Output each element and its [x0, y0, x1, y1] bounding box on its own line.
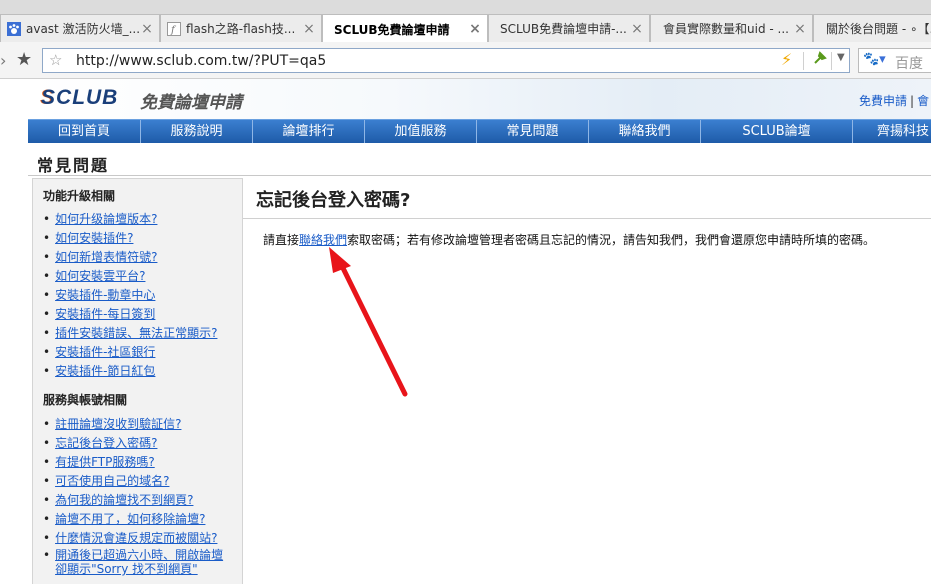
divider — [803, 52, 804, 70]
list-item[interactable]: • 有提供FTP服務嗎? — [43, 453, 223, 472]
url-field[interactable]: ☆ http://www.sclub.com.tw/?PUT=qa5 ⚡ ▼ — [42, 48, 850, 73]
lightning-icon[interactable]: ⚡ — [781, 50, 792, 69]
faq-sidebar: 功能升級相關 • 如何升级論壇版本? • 如何安裝插件? • 如何新增表情符號? • 如… — [32, 178, 243, 584]
divider — [831, 52, 832, 70]
pin-icon[interactable] — [812, 50, 828, 70]
tab-flash[interactable]: f flash之路-flash技... × — [160, 14, 322, 42]
site-page: SSCLUB 免費論壇申請 免費申請 | 會 回到首頁 服務說明 論壇排行 加值服務… — [28, 79, 931, 584]
search-engine-icon[interactable]: 🐾▾ — [863, 52, 886, 67]
upgrade-faq-list: • 如何升级論壇版本? • 如何安裝插件? • 如何新增表情符號? • 如何安裝雲平台?… — [43, 210, 217, 381]
tab-title: flash之路-flash技... — [186, 22, 296, 36]
list-item[interactable]: • 忘記後台登入密碼? — [43, 434, 223, 453]
list-item[interactable]: • 開通後已超過六小時、開啟論壇 卻顯示"Sorry 找不到網頁" — [43, 548, 223, 578]
main-nav: 回到首頁 服務說明 論壇排行 加值服務 常見問題 聯絡我們 SCLUB論壇 齊揚… — [28, 119, 931, 143]
divider — [243, 218, 931, 219]
list-item[interactable]: • 註冊論壇沒收到驗証信? — [43, 415, 223, 434]
nav-faq[interactable]: 常見問題 — [477, 120, 589, 143]
star-outline-icon[interactable]: ☆ — [49, 51, 62, 69]
nav-sclub-forum[interactable]: SCLUB論壇 — [701, 120, 853, 143]
list-item[interactable]: • 可否使用自己的域名? — [43, 472, 223, 491]
top-links: 免費申請 | 會 — [859, 94, 930, 108]
logo-text: SCLUB — [41, 86, 119, 109]
nav-value-added[interactable]: 加值服務 — [365, 120, 477, 143]
list-item[interactable]: • 安裝插件-每日簽到 — [43, 305, 217, 324]
page-title: 常見問題 — [37, 156, 110, 175]
nav-contact[interactable]: 聯絡我們 — [589, 120, 701, 143]
tab-title: SCLUB免費論壇申請-... — [500, 22, 627, 36]
list-item[interactable]: • 什麼情況會違反規定而被關站? — [43, 529, 223, 548]
url-text[interactable]: http://www.sclub.com.tw/?PUT=qa5 — [76, 53, 326, 69]
tab-sclub-2[interactable]: SCLUB免費論壇申請-... × — [488, 14, 650, 42]
divider — [28, 175, 931, 176]
tab-title: avast 激活防火墙_... — [26, 22, 139, 36]
tab-avast[interactable]: avast 激活防火墙_... × — [0, 14, 160, 42]
search-box[interactable]: 🐾▾ 百度 — [858, 48, 931, 73]
bookmark-star-icon[interactable]: ★ — [16, 49, 32, 70]
tab-sclub-active[interactable]: SCLUB免費論壇申請 × — [322, 14, 488, 43]
browser-window: avast 激活防火墙_... × f flash之路-flash技... × … — [0, 0, 931, 584]
tab-backend-question[interactable]: 關於後台問題 - ∘【... — [813, 14, 931, 42]
tab-title: 關於後台問題 - ∘【... — [826, 22, 931, 36]
faq-answer-panel: 忘記後台登入密碼? 請直接聯絡我們索取密碼；若有修改論壇管理者密碼且忘記的情況，… — [243, 178, 931, 584]
back-icon[interactable]: › — [0, 51, 6, 70]
top-link-apply[interactable]: 免費申請 — [859, 94, 907, 108]
list-item[interactable]: • 為何我的論壇找不到網頁? — [43, 491, 223, 510]
contact-us-link[interactable]: 聯絡我們 — [299, 233, 347, 247]
nav-company[interactable]: 齊揚科技 — [853, 120, 931, 143]
nav-service[interactable]: 服務說明 — [141, 120, 253, 143]
close-icon[interactable]: × — [792, 21, 808, 37]
paw-icon — [7, 21, 21, 36]
section-title-upgrade: 功能升級相關 — [43, 189, 116, 203]
list-item[interactable]: • 安裝插件-社區銀行 — [43, 343, 217, 362]
tab-strip: avast 激活防火墙_... × f flash之路-flash技... × … — [0, 0, 931, 43]
top-link-member[interactable]: 會 — [917, 94, 929, 108]
list-item[interactable]: • 如何安裝雲平台? — [43, 267, 217, 286]
close-icon[interactable]: × — [139, 21, 155, 37]
site-header: SSCLUB 免費論壇申請 免費申請 | 會 — [28, 79, 931, 119]
list-item[interactable]: • 安裝插件-節日紅包 — [43, 362, 217, 381]
list-item[interactable]: • 論壇不用了，如何移除論壇? — [43, 510, 223, 529]
dropdown-arrow-icon[interactable]: ▼ — [837, 52, 845, 63]
question-title: 忘記後台登入密碼? — [256, 190, 411, 211]
nav-ranking[interactable]: 論壇排行 — [253, 120, 365, 143]
search-placeholder: 百度 — [895, 56, 923, 72]
flash-icon: f — [167, 21, 181, 36]
tab-member-uid[interactable]: 會員實際數量和uid - ... × — [650, 14, 813, 42]
logo-subtitle: 免費論壇申請 — [140, 93, 242, 113]
address-toolbar: › ★ ☆ http://www.sclub.com.tw/?PUT=qa5 ⚡… — [0, 42, 931, 79]
close-icon[interactable]: × — [467, 21, 483, 37]
list-item[interactable]: • 安裝插件-勳章中心 — [43, 286, 217, 305]
tab-title: 會員實際數量和uid - ... — [663, 22, 789, 36]
site-logo[interactable]: SSCLUB — [40, 86, 118, 110]
list-item[interactable]: • 如何安裝插件? — [43, 229, 217, 248]
nav-home[interactable]: 回到首頁 — [28, 120, 141, 143]
list-item[interactable]: • 如何新增表情符號? — [43, 248, 217, 267]
answer-text: 請直接聯絡我們索取密碼；若有修改論壇管理者密碼且忘記的情況，請告知我們，我們會還… — [263, 233, 876, 247]
close-icon[interactable]: × — [301, 21, 317, 37]
section-title-account: 服務與帳號相關 — [43, 393, 128, 407]
account-faq-list: • 註冊論壇沒收到驗証信? • 忘記後台登入密碼? • 有提供FTP服務嗎? • 可否使… — [43, 415, 223, 578]
close-icon[interactable]: × — [629, 21, 645, 37]
tab-title: SCLUB免費論壇申請 — [334, 22, 450, 37]
list-item[interactable]: • 如何升级論壇版本? — [43, 210, 217, 229]
list-item[interactable]: • 插件安裝錯誤、無法正常顯示? — [43, 324, 217, 343]
